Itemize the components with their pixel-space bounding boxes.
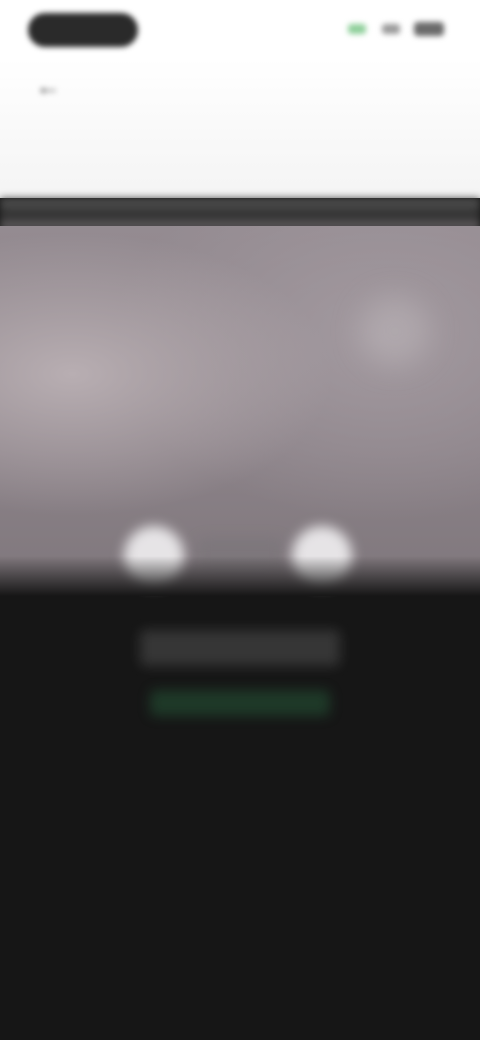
header: ← (0, 58, 480, 198)
tab-2[interactable] (128, 132, 198, 176)
signal-icon (348, 24, 366, 34)
caption-text (140, 630, 340, 666)
tab-1[interactable] (30, 132, 100, 176)
battery-icon (414, 22, 444, 36)
status-bar (0, 0, 480, 58)
preview-highlight (360, 296, 430, 366)
tab-5[interactable] (422, 132, 480, 176)
back-arrow-icon[interactable]: ← (34, 72, 62, 100)
status-time-pill (28, 13, 138, 47)
app-screen: ← (0, 0, 480, 1040)
status-icons (348, 22, 444, 36)
tab-bar (0, 132, 480, 176)
page-title (170, 74, 310, 98)
tab-3[interactable] (226, 132, 296, 176)
action-link[interactable] (150, 690, 330, 716)
video-preview[interactable] (0, 226, 480, 596)
wifi-icon (382, 24, 400, 34)
preview-fade (0, 556, 480, 596)
tab-4[interactable] (324, 132, 394, 176)
